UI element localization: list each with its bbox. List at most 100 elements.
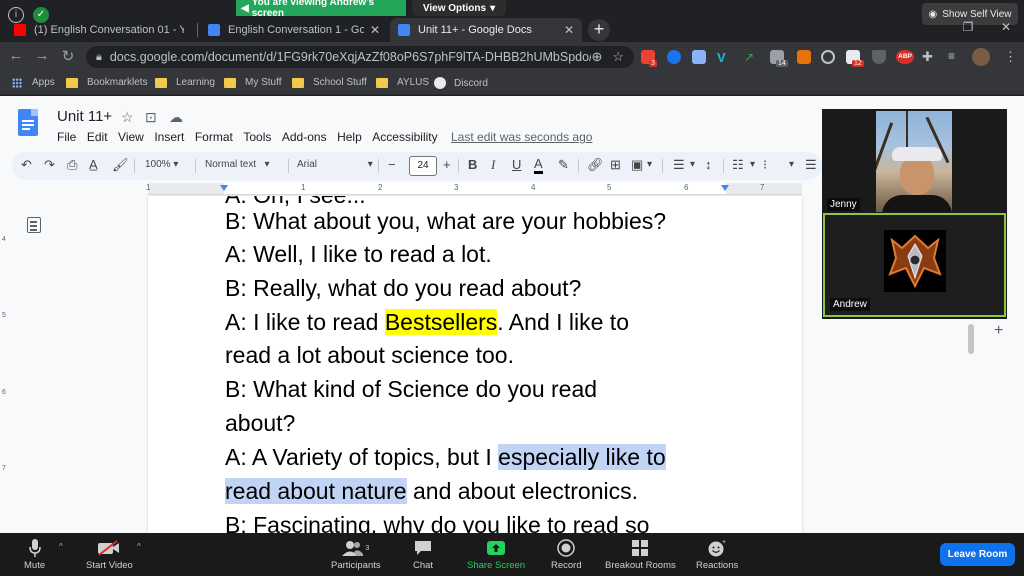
tab-english-conversation-doc[interactable]: English Conversation 1 - Google ✕: [200, 18, 388, 42]
mute-button[interactable]: Mute: [24, 538, 45, 571]
chat-button[interactable]: Chat: [413, 538, 433, 571]
start-video-button[interactable]: Start Video: [86, 538, 133, 571]
checklist-icon[interactable]: ☷: [732, 157, 744, 173]
close-tab-icon[interactable]: ✕: [564, 23, 574, 37]
chevron-down-icon[interactable]: ▾: [789, 159, 794, 170]
bold-icon[interactable]: B: [468, 157, 477, 172]
record-button[interactable]: Record: [551, 538, 582, 571]
share-screen-button[interactable]: Share Screen: [467, 538, 525, 571]
menu-format[interactable]: Format: [195, 130, 233, 144]
address-bar[interactable]: 🔒︎ docs.google.com/document/d/1FG9rk70eX…: [86, 46, 634, 68]
document-line[interactable]: B: What about you, what are your hobbies…: [225, 206, 666, 236]
style-select[interactable]: Normal text ▾: [205, 159, 269, 170]
menu-add-ons[interactable]: Add-ons: [282, 130, 327, 144]
video-tile-jenny[interactable]: Jenny: [822, 109, 1007, 213]
align-left-icon[interactable]: ☰: [673, 157, 685, 173]
extension-orange-icon[interactable]: [797, 50, 811, 64]
view-options-button[interactable]: View Options ▾: [412, 0, 506, 16]
document-line[interactable]: read about nature and about electronics.: [225, 476, 638, 506]
menu-accessibility[interactable]: Accessibility: [372, 130, 437, 144]
line-spacing-icon[interactable]: ↕: [705, 157, 712, 172]
bookmark-bookmarklets[interactable]: Bookmarklets: [66, 77, 148, 88]
extension-icon[interactable]: [692, 50, 706, 64]
menu-edit[interactable]: Edit: [87, 130, 108, 144]
reload-icon[interactable]: ↻: [58, 47, 78, 65]
insert-link-icon[interactable]: 🔗︎: [587, 157, 604, 173]
chevron-down-icon[interactable]: ▾: [690, 159, 695, 170]
video-tile-andrew[interactable]: Andrew: [823, 213, 1006, 317]
leave-room-button[interactable]: Leave Room: [940, 543, 1015, 566]
extension-arrow-icon[interactable]: ↗: [744, 50, 758, 64]
bookmark-aylus[interactable]: AYLUS: [376, 77, 429, 88]
chevron-up-icon[interactable]: ^: [59, 542, 63, 551]
document-line[interactable]: about?: [225, 408, 295, 438]
bookmark-my-stuff[interactable]: My Stuff: [224, 77, 282, 88]
more-options-icon[interactable]: ⋮: [1004, 50, 1018, 64]
bookmark-school-stuff[interactable]: School Stuff: [292, 77, 367, 88]
document-line[interactable]: A: A Variety of topics, but I especially…: [225, 442, 666, 472]
increase-font-size-icon[interactable]: +: [443, 157, 451, 172]
forward-icon[interactable]: →: [32, 47, 52, 64]
highlight-color-icon[interactable]: ✎: [558, 157, 569, 173]
adblock-extension-icon[interactable]: ABP: [896, 50, 914, 64]
numbered-list-icon[interactable]: ☰: [805, 157, 817, 173]
horizontal-ruler[interactable]: 1 1 2 3 4 5 6 7: [146, 183, 802, 195]
italic-icon[interactable]: I: [491, 157, 495, 173]
print-icon[interactable]: ⎙: [67, 157, 77, 173]
reactions-button[interactable]: + Reactions: [696, 538, 738, 571]
document-page[interactable]: A: Oh, I see... B: What about you, what …: [148, 196, 802, 533]
insert-image-icon[interactable]: ▣: [631, 157, 643, 173]
menu-insert[interactable]: Insert: [154, 130, 184, 144]
restore-window-icon[interactable]: ❐: [958, 20, 978, 34]
zoom-icon[interactable]: ⊕: [591, 49, 602, 65]
back-icon[interactable]: ←: [6, 47, 26, 64]
add-panel-icon[interactable]: +: [994, 322, 1003, 340]
font-select[interactable]: Arial ▾: [297, 159, 373, 170]
media-playlist-icon[interactable]: ≡: [948, 50, 962, 64]
vimeo-extension-icon[interactable]: V: [717, 50, 731, 65]
move-folder-icon[interactable]: ⊡: [145, 109, 157, 126]
profile-avatar-icon[interactable]: [972, 48, 990, 66]
docs-logo-icon[interactable]: [18, 109, 38, 136]
underline-icon[interactable]: U: [512, 157, 521, 172]
menu-help[interactable]: Help: [337, 130, 362, 144]
menu-file[interactable]: File: [57, 130, 76, 144]
document-line[interactable]: A: Well, I like to read a lot.: [225, 239, 492, 269]
insert-comment-icon[interactable]: ⊞: [610, 157, 621, 173]
document-line[interactable]: B: What kind of Science do you read: [225, 374, 597, 404]
chevron-up-icon[interactable]: ^: [137, 542, 141, 551]
document-line[interactable]: read a lot about science too.: [225, 340, 514, 370]
redo-icon[interactable]: ↷: [44, 157, 55, 173]
new-tab-button[interactable]: +: [588, 19, 610, 41]
menu-view[interactable]: View: [118, 130, 144, 144]
shield-extension-icon[interactable]: [872, 50, 886, 64]
bulleted-list-icon[interactable]: ⁝: [763, 157, 767, 173]
decrease-font-size-icon[interactable]: −: [388, 157, 396, 172]
bookmark-discord[interactable]: Discord: [434, 77, 488, 89]
document-line[interactable]: B: Really, what do you read about?: [225, 273, 581, 303]
zoom-select[interactable]: 100% ▾: [145, 159, 178, 170]
tab-unit-11-docs[interactable]: Unit 11+ - Google Docs ✕: [390, 18, 582, 42]
menu-tools[interactable]: Tools: [243, 130, 271, 144]
last-edit-link[interactable]: Last edit was seconds ago: [451, 130, 592, 144]
bookmark-star-icon[interactable]: ☆: [612, 49, 624, 65]
chevron-down-icon[interactable]: ▾: [750, 159, 755, 170]
spellcheck-icon[interactable]: A̲: [89, 157, 98, 172]
undo-icon[interactable]: ↶: [21, 157, 32, 173]
chevron-down-icon[interactable]: ▾: [647, 159, 652, 170]
right-indent-marker[interactable]: [721, 185, 729, 191]
document-line[interactable]: B: Fascinating, why do you like to read …: [225, 510, 649, 533]
document-outline-icon[interactable]: [27, 217, 41, 233]
close-window-icon[interactable]: ✕: [996, 20, 1016, 34]
extension-circle-icon[interactable]: [821, 50, 835, 64]
left-indent-marker[interactable]: [220, 185, 228, 191]
font-size-input[interactable]: 24: [409, 156, 437, 176]
bookmark-apps[interactable]: Apps: [12, 77, 55, 88]
breakout-rooms-button[interactable]: Breakout Rooms: [605, 538, 676, 571]
participants-button[interactable]: 3 Participants: [331, 538, 381, 571]
puzzle-icon[interactable]: ✚: [922, 50, 936, 64]
paint-format-icon[interactable]: 🖌︎: [112, 157, 129, 173]
close-tab-icon[interactable]: ✕: [370, 23, 380, 37]
document-title[interactable]: Unit 11+: [57, 108, 112, 125]
extension-blue-circle-icon[interactable]: [667, 50, 681, 64]
